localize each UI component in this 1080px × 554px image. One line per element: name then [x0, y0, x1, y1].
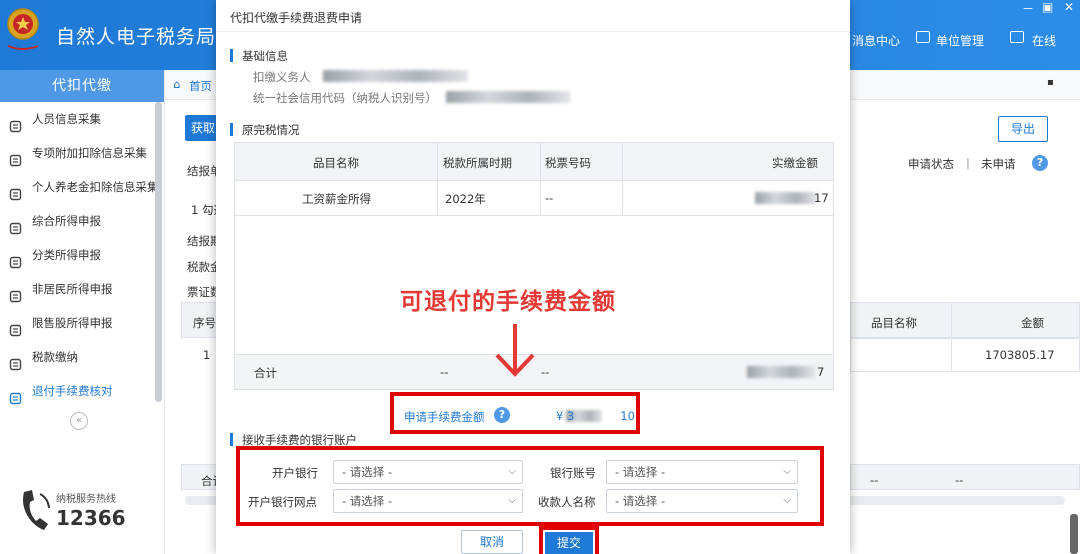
- maximize-icon[interactable]: ▣: [1042, 0, 1053, 14]
- row-amount-redacted: [755, 192, 817, 204]
- submit-button[interactable]: 提交: [545, 532, 593, 554]
- vertical-scrollbar[interactable]: [1070, 514, 1078, 554]
- header-ticket: 税票号码: [545, 156, 591, 170]
- person-icon: [9, 282, 22, 303]
- cancel-button[interactable]: 取消: [461, 530, 523, 554]
- sidebar-item-label: 综合所得申报: [32, 214, 101, 228]
- hotline-label: 纳税服务热线: [56, 494, 116, 505]
- pie-icon: [9, 248, 22, 269]
- receipt-icon: [9, 384, 22, 405]
- sidebar-item-label: 非居民所得申报: [32, 282, 113, 296]
- arrow-down-icon: [495, 324, 535, 377]
- credit-code-label: 统一社会信用代码（纳税人识别号）: [253, 91, 437, 105]
- sidebar-scrollbar[interactable]: [155, 102, 162, 402]
- sidebar-item[interactable]: 综合所得申报: [0, 204, 164, 238]
- col-no-header: 序号: [193, 316, 216, 330]
- help-icon[interactable]: ?: [1032, 155, 1048, 171]
- sidebar-item[interactable]: 个人养老金扣除信息采集: [0, 170, 164, 204]
- refundable-fee-annotation: 可退付的手续费金额: [400, 289, 616, 315]
- sidebar-item[interactable]: 退付手续费核对: [0, 374, 164, 408]
- bg-total-dash1: --: [870, 473, 879, 487]
- row-ticket: --: [545, 191, 554, 205]
- unit-management-icon: [916, 31, 930, 43]
- bg-total-dash2: --: [955, 473, 964, 487]
- sidebar-item-label: 退付手续费核对: [32, 384, 113, 398]
- header-period: 税款所属时期: [443, 156, 512, 170]
- bank-form-highlight-box: [236, 446, 824, 526]
- sidebar-item[interactable]: 专项附加扣除信息采集: [0, 136, 164, 170]
- sidebar-item-label: 税款缴纳: [32, 350, 78, 364]
- sidebar-title: 代扣代缴: [0, 70, 164, 102]
- credit-code-value-redacted: [446, 91, 570, 103]
- footer-total-label: 合计: [254, 366, 277, 380]
- close-window-icon[interactable]: ✕: [1064, 0, 1074, 14]
- col-item-header: 品目名称: [871, 316, 917, 330]
- fee-label: 申请手续费金额: [404, 410, 485, 424]
- unit-management-link[interactable]: 单位管理: [936, 32, 984, 49]
- hotline-number: 12366: [56, 506, 126, 530]
- sidebar-collapse-icon[interactable]: «: [70, 412, 88, 430]
- sidebar-item-label: 限售股所得申报: [32, 316, 113, 330]
- tax-emblem-icon: [7, 8, 39, 50]
- status-separator: |: [966, 156, 970, 170]
- layers-icon: [9, 214, 22, 235]
- sidebar-item-label: 个人养老金扣除信息采集: [32, 180, 159, 194]
- status-label: 申请状态: [908, 157, 954, 171]
- sidebar-item[interactable]: 税款缴纳: [0, 340, 164, 374]
- minimize-icon[interactable]: －: [1022, 0, 1034, 17]
- footer-amount-suffix: 7: [817, 365, 825, 379]
- footer-period: --: [440, 365, 449, 379]
- footer-amount-redacted: [747, 366, 815, 378]
- bar-icon: [9, 316, 22, 337]
- footer-ticket: --: [541, 365, 550, 379]
- sidebar-item[interactable]: 分类所得申报: [0, 238, 164, 272]
- bg-total-right: [850, 464, 1080, 490]
- export-button[interactable]: 导出: [998, 116, 1048, 142]
- fee-value: ¥ 3 10: [556, 409, 635, 423]
- breadcrumb-home[interactable]: 首页: [189, 78, 212, 94]
- sidebar-item-label: 人员信息采集: [32, 112, 101, 126]
- message-center-link[interactable]: 消息中心: [852, 32, 900, 49]
- basic-info-title: 基础信息: [230, 49, 288, 63]
- amount-value: 1703805.17: [985, 348, 1055, 362]
- row-item-name: 工资薪金所得: [302, 192, 371, 206]
- withholder-value-redacted: [323, 70, 468, 82]
- sidebar-item[interactable]: 人员信息采集: [0, 102, 164, 136]
- col-amount-header: 金额: [1021, 316, 1044, 330]
- original-tax-title: 原完税情况: [230, 123, 300, 137]
- home-icon[interactable]: ⌂: [173, 77, 180, 91]
- fee-help-icon[interactable]: ?: [494, 407, 510, 423]
- sidebar-item[interactable]: 非居民所得申报: [0, 272, 164, 306]
- sidebar-item[interactable]: 限售股所得申报: [0, 306, 164, 340]
- header-item-name: 品目名称: [313, 156, 359, 170]
- list-icon: [9, 146, 22, 167]
- dialog-title: 代扣代缴手续费退费申请: [230, 11, 363, 25]
- folder-icon: [9, 350, 22, 371]
- row-period: 2022年: [445, 192, 486, 206]
- online-icon: [1010, 31, 1024, 43]
- status-value: 未申请: [981, 157, 1016, 171]
- sidebar-item-label: 专项附加扣除信息采集: [32, 146, 147, 160]
- withholder-label: 扣缴义务人: [253, 70, 311, 84]
- tab-close-icon[interactable]: ▪: [1047, 77, 1054, 88]
- sidebar-item-label: 分类所得申报: [32, 248, 101, 262]
- person-icon: [9, 112, 22, 133]
- row-amount-suffix: 17: [814, 191, 829, 205]
- header-amount: 实缴金额: [772, 156, 818, 170]
- doc-icon: [9, 180, 22, 201]
- sidebar: 代扣代缴 人员信息采集专项附加扣除信息采集 个人养老金扣除信息采集 综合所得申报 分类…: [0, 70, 165, 554]
- online-status[interactable]: 在线: [1032, 32, 1056, 49]
- row-no: 1: [203, 348, 211, 362]
- hotline-phone-icon: [23, 490, 50, 530]
